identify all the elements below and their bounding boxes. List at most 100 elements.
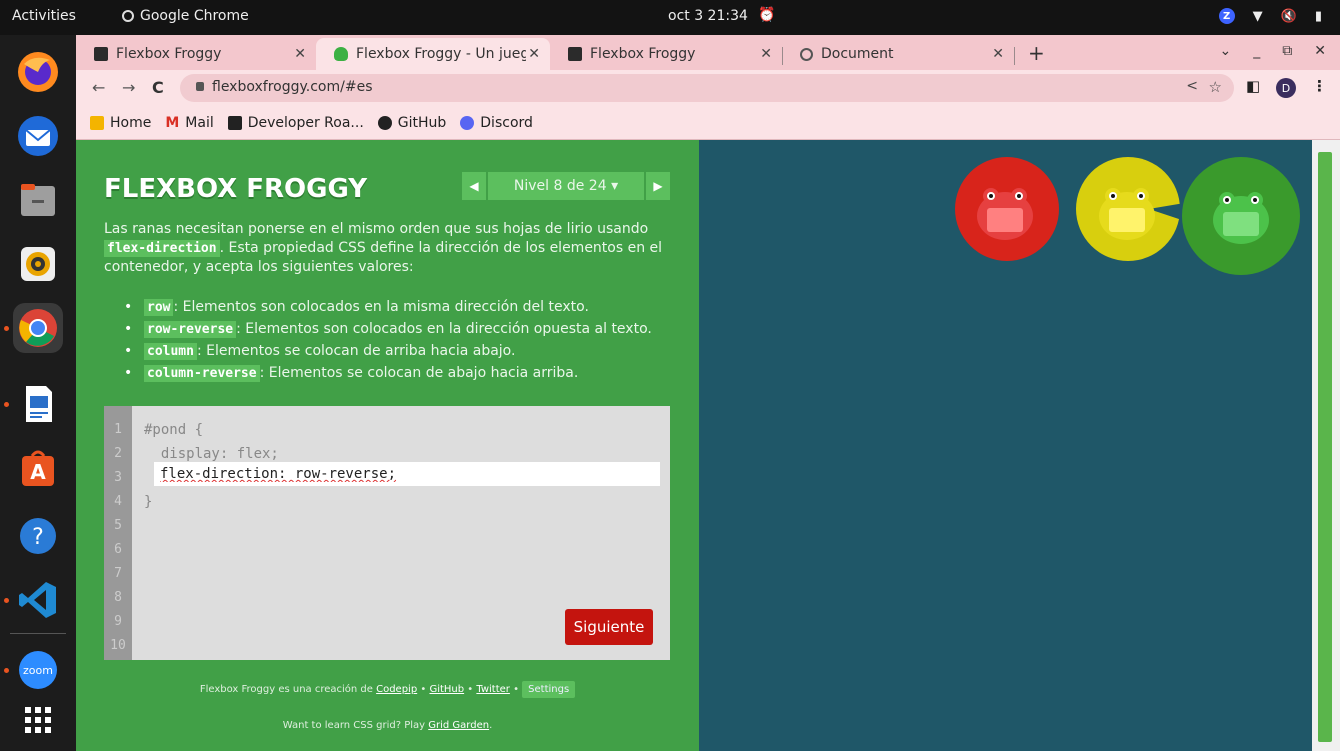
chrome-icon[interactable] bbox=[13, 303, 63, 353]
close-window-icon[interactable]: ✕ bbox=[1314, 43, 1326, 59]
bookmark-discord[interactable]: Discord bbox=[460, 115, 533, 131]
url-text[interactable]: flexboxfroggy.com/#es bbox=[212, 79, 373, 95]
close-icon[interactable]: ✕ bbox=[992, 46, 1004, 62]
bookmark-label: Discord bbox=[480, 114, 533, 131]
app-center-icon[interactable]: A bbox=[13, 443, 63, 493]
menu-icon[interactable]: ⋮ bbox=[1312, 77, 1327, 95]
gmail-icon: M bbox=[165, 114, 180, 131]
tab-flexbox-froggy-3[interactable]: Flexbox Froggy ✕ bbox=[550, 38, 782, 70]
globe-icon bbox=[800, 47, 813, 61]
github-link[interactable]: GitHub bbox=[429, 684, 464, 695]
css-editor: 1 2 3 4 5 6 7 8 9 10 #pond { display: fl… bbox=[104, 406, 670, 660]
bookmark-home[interactable]: Home bbox=[90, 115, 151, 131]
bookmark-github[interactable]: GitHub bbox=[377, 114, 447, 131]
activities-button[interactable]: Activities bbox=[12, 8, 76, 24]
zoom-tray-icon[interactable]: Z bbox=[1218, 8, 1235, 24]
value-description: : Elementos se colocan de arriba hacia a… bbox=[196, 343, 516, 359]
page-content: FLEXBOX FROGGY ◀ Nivel 8 de 24 ▾ ▶ Las r… bbox=[76, 140, 1340, 751]
tab-flexbox-froggy-active[interactable]: Flexbox Froggy - Un jueg ✕ bbox=[316, 38, 550, 70]
help-icon[interactable]: ? bbox=[13, 511, 63, 561]
new-tab-button[interactable]: + bbox=[1028, 41, 1045, 65]
reload-icon[interactable]: C bbox=[152, 78, 164, 97]
minimize-icon[interactable]: _ bbox=[1253, 43, 1260, 59]
github-icon bbox=[377, 115, 392, 130]
vscode-icon[interactable] bbox=[13, 575, 63, 625]
firefox-icon[interactable] bbox=[13, 47, 63, 97]
running-indicator bbox=[4, 598, 9, 603]
scrollbar-thumb[interactable] bbox=[1318, 152, 1332, 742]
tab-search-icon[interactable]: ⌄ bbox=[1220, 43, 1232, 59]
game-logo[interactable]: FLEXBOX FROGGY bbox=[104, 174, 367, 204]
twitter-link[interactable]: Twitter bbox=[476, 684, 510, 695]
svg-text:?: ? bbox=[32, 525, 44, 550]
credits-text: Flexbox Froggy es una creación de bbox=[199, 684, 377, 695]
bookmark-star-icon[interactable]: ☆ bbox=[1209, 78, 1222, 96]
keyword: column bbox=[144, 343, 197, 360]
line-number: 1 bbox=[114, 422, 122, 437]
close-icon[interactable]: ✕ bbox=[528, 46, 540, 62]
intro-text: Las ranas necesitan ponerse en el mismo … bbox=[104, 221, 649, 237]
bookmark-label: GitHub bbox=[397, 114, 447, 131]
close-icon[interactable]: ✕ bbox=[294, 46, 306, 62]
keyword: row bbox=[144, 299, 174, 316]
scrollbar[interactable] bbox=[1312, 140, 1340, 751]
code-line: } bbox=[144, 494, 153, 510]
thunderbird-icon[interactable] bbox=[13, 111, 63, 161]
line-number: 6 bbox=[114, 542, 122, 557]
dock-separator bbox=[10, 633, 66, 634]
clock[interactable]: oct 3 21:34 bbox=[668, 8, 748, 24]
code-line: #pond { bbox=[144, 422, 204, 438]
system-tray[interactable]: Z ▼ 🔇 ▮ bbox=[1218, 8, 1322, 24]
running-indicator bbox=[4, 326, 9, 331]
line-number: 3 bbox=[114, 470, 122, 485]
zoom-icon[interactable]: zoom bbox=[13, 645, 63, 695]
line-number: 8 bbox=[114, 590, 122, 605]
grid-garden-link[interactable]: Grid Garden bbox=[428, 720, 489, 731]
instructions-text: Las ranas necesitan ponerse en el mismo … bbox=[104, 220, 664, 277]
line-number: 5 bbox=[114, 518, 122, 533]
line-number-gutter: 1 2 3 4 5 6 7 8 9 10 bbox=[104, 406, 132, 660]
next-level-button[interactable]: Siguiente bbox=[565, 609, 653, 645]
share-icon[interactable]: < bbox=[1186, 78, 1198, 94]
promo-text: . bbox=[489, 720, 493, 731]
bookmark-mail[interactable]: M Mail bbox=[165, 115, 213, 131]
grid-garden-promo: Want to learn CSS grid? Play Grid Garden… bbox=[76, 720, 699, 731]
previous-level-button[interactable]: ◀ bbox=[462, 172, 486, 200]
ruler-icon bbox=[568, 47, 582, 61]
level-dropdown[interactable]: Nivel 8 de 24 ▾ bbox=[488, 172, 644, 200]
separator: • bbox=[417, 684, 430, 695]
side-panel-icon[interactable]: ◧ bbox=[1246, 77, 1260, 95]
line-number: 4 bbox=[114, 494, 122, 509]
battery-icon: ▮ bbox=[1314, 8, 1322, 24]
chrome-window: Flexbox Froggy ✕ Flexbox Froggy - Un jue… bbox=[76, 35, 1340, 751]
bookmark-developer-roadmaps[interactable]: Developer Roa... bbox=[227, 115, 364, 131]
files-icon[interactable] bbox=[13, 175, 63, 225]
rhythmbox-icon[interactable] bbox=[13, 239, 63, 289]
code-input[interactable] bbox=[154, 462, 660, 486]
app-menu[interactable]: Google Chrome bbox=[122, 8, 249, 24]
restore-icon[interactable]: ⧉ bbox=[1282, 43, 1292, 59]
codepip-link[interactable]: Codepip bbox=[376, 684, 417, 695]
address-bar[interactable]: flexboxfroggy.com/#es < ☆ bbox=[180, 74, 1234, 102]
show-apps-icon[interactable] bbox=[13, 695, 63, 745]
close-icon[interactable]: ✕ bbox=[760, 46, 772, 62]
tab-flexbox-froggy-1[interactable]: Flexbox Froggy ✕ bbox=[76, 38, 316, 70]
red-frog bbox=[977, 188, 1033, 240]
profile-avatar[interactable]: D bbox=[1276, 78, 1296, 98]
next-level-arrow[interactable]: ▶ bbox=[646, 172, 670, 200]
bookmark-label: Home bbox=[110, 114, 152, 131]
writer-icon[interactable] bbox=[13, 379, 63, 429]
keyword-flex-direction: flex-direction bbox=[104, 240, 220, 257]
forward-icon[interactable]: → bbox=[122, 78, 135, 97]
line-number: 2 bbox=[114, 446, 122, 461]
tab-document[interactable]: Document ✕ bbox=[782, 38, 1014, 70]
svg-text:A: A bbox=[30, 460, 46, 484]
lock-icon[interactable] bbox=[196, 82, 204, 91]
back-icon[interactable]: ← bbox=[92, 78, 105, 97]
list-item: row: Elementos son colocados en la misma… bbox=[124, 296, 684, 318]
green-frog bbox=[1213, 192, 1269, 244]
line-number: 9 bbox=[114, 614, 122, 629]
pond bbox=[699, 140, 1312, 751]
settings-button[interactable]: Settings bbox=[522, 681, 576, 698]
frog-icon bbox=[334, 47, 348, 61]
